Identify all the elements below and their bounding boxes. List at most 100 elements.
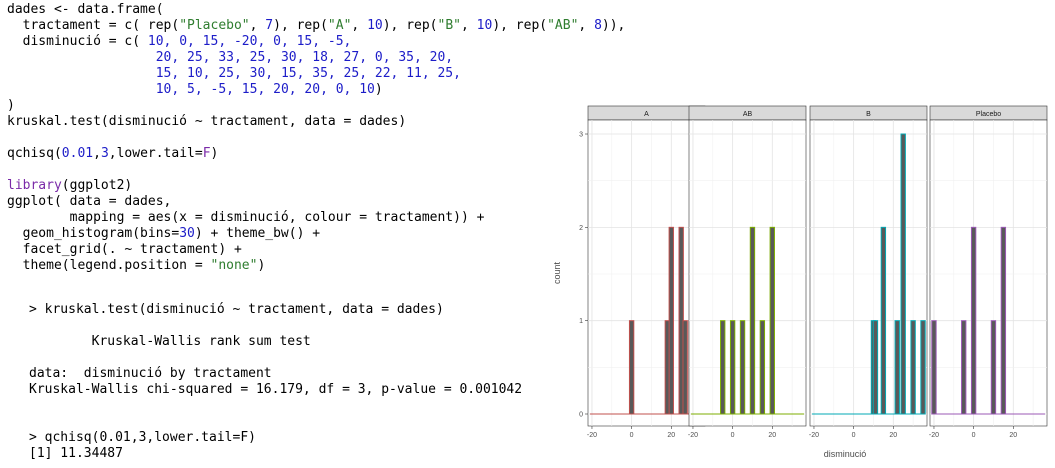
code-token: 10 — [367, 18, 383, 33]
x-axis-label: disminució — [824, 449, 867, 459]
y-tick-label: 1 — [579, 318, 583, 325]
x-tick-label: 20 — [889, 432, 897, 439]
code-token: 7 — [265, 18, 274, 33]
histogram-bar — [628, 320, 635, 415]
code-token: ) — [7, 98, 15, 113]
x-tick-label: -20 — [587, 432, 597, 439]
facet-panel-placebo: Placebo -20 0 20 — [929, 105, 1048, 439]
x-tick-label: 20 — [667, 432, 675, 439]
code-token: ) — [257, 258, 266, 273]
code-panel: dades <- data.frame( tractament = c( rep… — [7, 2, 625, 468]
code-token: dades <- data.frame( — [7, 2, 164, 17]
code-token: "AB" — [547, 18, 579, 33]
code-line: disminució = c( 10, 0, 15, -20, 0, 15, -… — [7, 34, 352, 50]
code-token: 20, 25, 33, 25, 30, 18, 27, 0, 35, 20, — [155, 50, 454, 65]
histogram-bar — [1000, 226, 1007, 415]
histogram-bar — [729, 320, 736, 415]
x-tick-label: -20 — [929, 432, 939, 439]
code-token: geom_histogram(bins= — [7, 226, 180, 241]
y-axis-label: count — [552, 261, 562, 284]
code-line: 15, 10, 25, 30, 15, 35, 25, 22, 11, 25, — [7, 66, 461, 82]
histogram-bar — [749, 226, 756, 415]
code-token: ), rep( — [273, 18, 328, 33]
x-tick-label: 0 — [731, 432, 735, 439]
code-line: qchisq(0.01,3,lower.tail=F) — [7, 146, 218, 162]
facet-panel-background — [809, 119, 928, 427]
code-token: "Placebo" — [179, 18, 250, 33]
code-line: mapping = aes(x = disminució, colour = t… — [7, 210, 485, 226]
histogram-bar — [920, 320, 926, 415]
x-tick-label: -20 — [809, 432, 819, 439]
facet-strip-label: Placebo — [976, 111, 1001, 118]
x-tick-label: 20 — [1009, 432, 1017, 439]
code-token: facet_grid(. ~ tractament) + — [7, 242, 242, 257]
code-token: "none" — [210, 258, 258, 273]
code-token: library — [7, 178, 62, 193]
y-tick-label: 3 — [579, 132, 583, 139]
code-token: )), — [601, 18, 626, 33]
console-output-line: [1] 11.34487 — [29, 446, 123, 461]
code-line: theme(legend.position = "none") — [7, 258, 266, 274]
console-output-line: Kruskal-Wallis chi-squared = 16.179, df … — [29, 382, 523, 397]
code-token: ) + theme_bw() + — [194, 226, 321, 241]
histogram-bar — [894, 320, 900, 415]
code-token: "A" — [327, 18, 352, 33]
code-token: , — [249, 18, 266, 33]
console-output-line: > qchisq(0.01,3,lower.tail=F) — [29, 430, 256, 445]
histogram-bar — [990, 320, 997, 415]
code-token: (ggplot2) — [61, 178, 133, 193]
code-line: facet_grid(. ~ tractament) + — [7, 242, 242, 258]
facet-panel-a: A -20 0 20 — [587, 105, 706, 439]
code-token: ) — [210, 146, 219, 161]
code-token: qchisq( — [7, 146, 62, 161]
code-token: ) — [374, 82, 383, 97]
histogram-bar — [759, 320, 766, 415]
histogram-bar — [900, 133, 906, 415]
code-line: geom_histogram(bins=30) + theme_bw() + — [7, 226, 320, 242]
code-token: 8 — [594, 18, 602, 33]
histogram-bar — [931, 320, 937, 415]
x-tick-label: 0 — [630, 432, 634, 439]
code-token: 30 — [179, 226, 195, 241]
code-line: dades <- data.frame( — [7, 2, 164, 18]
x-tick-label: 20 — [768, 432, 776, 439]
y-tick-label: 2 — [579, 225, 583, 232]
code-token: 10, 0, 15, -20, 0, 15, -5, — [147, 34, 352, 49]
histogram-bar — [880, 226, 887, 415]
code-token: ), rep( — [492, 18, 548, 33]
code-line: library(ggplot2) — [7, 178, 132, 194]
x-tick-label: 0 — [852, 432, 856, 439]
code-line: 20, 25, 33, 25, 30, 18, 27, 0, 35, 20, — [7, 50, 453, 66]
histogram-bar — [961, 320, 967, 415]
code-token: ggplot( data = dades, — [7, 194, 172, 209]
code-token: mapping = aes(x = disminució, colour = t… — [7, 210, 485, 225]
code-token: , — [351, 18, 368, 33]
code-token: 10, 5, -5, 15, 20, 20, 0, 10 — [155, 82, 375, 97]
code-line: ggplot( data = dades, — [7, 194, 171, 210]
code-line: tractament = c( rep("Placebo", 7), rep("… — [7, 18, 626, 34]
code-token: kruskal.test(disminució ~ tractament, da… — [7, 114, 407, 129]
histogram-bar — [769, 226, 775, 415]
x-tick-label: 0 — [972, 432, 976, 439]
y-tick-label: 0 — [579, 412, 583, 419]
code-token: disminució = c( — [7, 34, 148, 49]
code-token: , — [578, 18, 595, 33]
facet-histogram-plot: count disminució A -20 0 20 AB -20 0 20 B -20 0 20 P… — [548, 96, 1055, 468]
histogram-bar — [910, 320, 916, 415]
histogram-bar — [872, 320, 879, 415]
code-line: kruskal.test(disminució ~ tractament, da… — [7, 114, 406, 130]
code-token: 0.01 — [61, 146, 94, 161]
code-token: ,lower.tail= — [108, 146, 203, 161]
code-token: F — [202, 146, 211, 161]
facet-panel-background — [688, 119, 807, 427]
code-token: 3 — [100, 146, 109, 161]
code-token: ), rep( — [382, 18, 438, 33]
code-line: 10, 5, -5, 15, 20, 20, 0, 10) — [7, 82, 383, 98]
facet-strip-label: AB — [743, 111, 753, 118]
code-token: tractament = c( rep( — [7, 18, 180, 33]
code-token: 10 — [476, 18, 493, 33]
facet-panel-background — [929, 119, 1048, 427]
